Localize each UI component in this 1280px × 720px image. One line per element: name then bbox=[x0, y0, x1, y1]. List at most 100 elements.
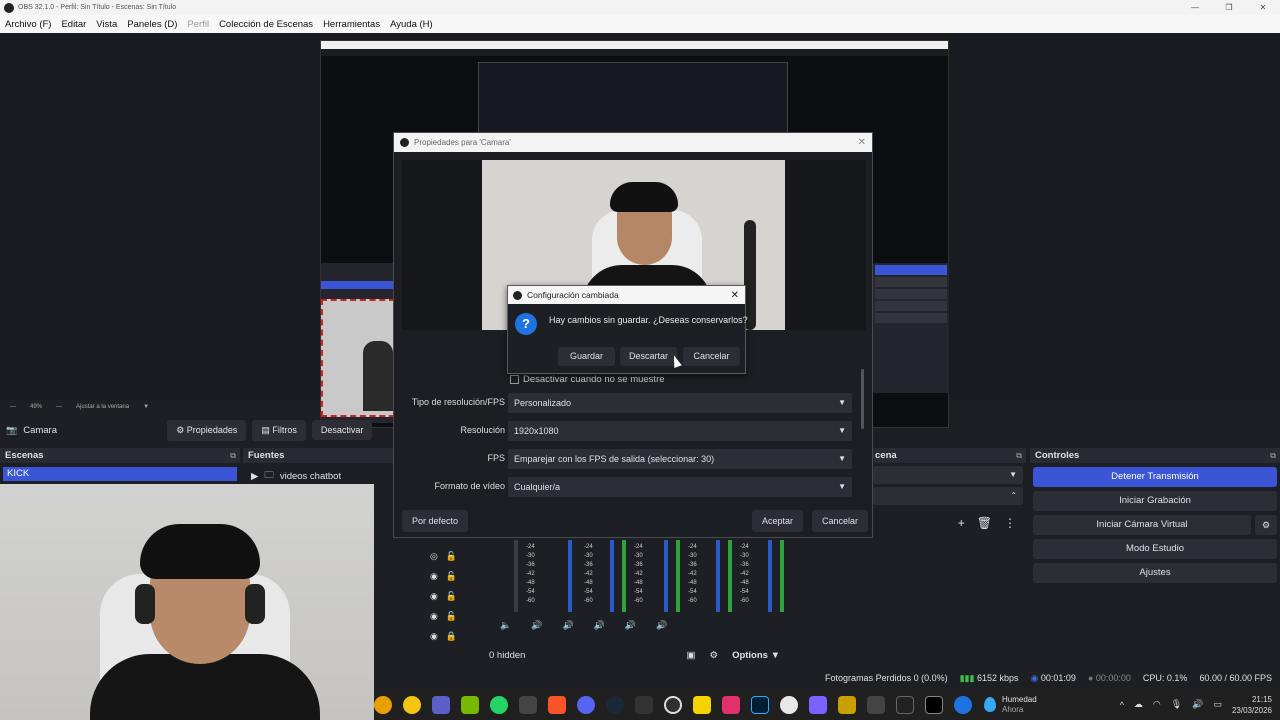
spinner-icon[interactable]: ⌃ bbox=[1010, 491, 1017, 500]
dock-float-icon[interactable]: ⧉ bbox=[1016, 448, 1022, 463]
app-icon[interactable] bbox=[809, 695, 827, 714]
zoom-minus-icon[interactable]: — bbox=[10, 404, 16, 410]
eye-icon[interactable]: ◉ bbox=[430, 611, 438, 622]
teams-icon[interactable] bbox=[432, 695, 450, 714]
app-icon[interactable] bbox=[374, 695, 392, 714]
filters-button[interactable]: ▤ Filtros bbox=[252, 419, 306, 441]
options-button[interactable]: Options ▼ bbox=[732, 650, 790, 661]
transition-select[interactable]: ▼ bbox=[873, 466, 1023, 484]
speaker-icon[interactable]: 🔊 bbox=[594, 620, 605, 631]
instagram-icon[interactable] bbox=[722, 695, 740, 714]
tray-chevron-icon[interactable]: ^ bbox=[1120, 700, 1124, 710]
lock-icon[interactable]: 🔓 bbox=[446, 571, 457, 582]
start-virtual-cam-button[interactable]: Iniciar Cámara Virtual bbox=[1033, 515, 1251, 535]
settings-button[interactable]: Ajustes bbox=[1033, 563, 1277, 583]
properties-button[interactable]: ⚙ Propiedades bbox=[167, 419, 247, 441]
zoom-plus-icon[interactable]: — bbox=[56, 404, 62, 410]
wifi-icon[interactable]: ◠ bbox=[1153, 699, 1161, 710]
virtual-cam-gear-icon[interactable]: ⚙ bbox=[1255, 515, 1277, 535]
menu-scene-collection[interactable]: Colección de Escenas bbox=[214, 19, 318, 30]
resolution-select[interactable]: 1920x1080 ▼ bbox=[508, 421, 852, 441]
close-icon[interactable]: ✕ bbox=[731, 290, 739, 301]
expand-arrow-icon[interactable]: ▶ bbox=[251, 471, 258, 482]
chrome-icon[interactable] bbox=[780, 695, 798, 714]
zoom-chevron-down-icon[interactable]: ▼ bbox=[143, 404, 149, 410]
video-format-select[interactable]: Cualquier/a ▼ bbox=[508, 477, 852, 497]
add-icon[interactable]: + bbox=[958, 516, 965, 530]
speaker-icon[interactable]: 🔊 bbox=[656, 620, 667, 631]
close-icon[interactable]: ✕ bbox=[1246, 3, 1280, 12]
transition-duration[interactable]: ⌃ bbox=[873, 487, 1023, 505]
speaker-icon[interactable]: 🔊 bbox=[531, 620, 542, 631]
photoshop-icon[interactable] bbox=[751, 695, 769, 714]
mixer-settings-icon[interactable]: ⚙ bbox=[710, 650, 733, 661]
dock-float-icon[interactable]: ⧉ bbox=[1270, 448, 1276, 463]
start-recording-button[interactable]: Iniciar Grabación bbox=[1033, 491, 1277, 511]
speaker-icon[interactable]: 🔊 bbox=[562, 620, 573, 631]
app-icon[interactable] bbox=[954, 695, 972, 714]
more-icon[interactable]: ⋮ bbox=[1004, 516, 1016, 530]
menu-file[interactable]: Archivo (F) bbox=[0, 19, 56, 30]
deactivate-when-hidden[interactable]: Desactivar cuando no se muestre bbox=[510, 374, 665, 385]
speaker-icon[interactable]: 🔊 bbox=[625, 620, 636, 631]
defaults-button[interactable]: Por defecto bbox=[402, 510, 469, 532]
discard-button[interactable]: Descartar bbox=[620, 347, 677, 366]
eye-icon[interactable]: ◉ bbox=[430, 631, 438, 642]
weather-widget[interactable]: Humedad Ahora bbox=[984, 695, 1037, 715]
save-button[interactable]: Guardar bbox=[558, 347, 615, 366]
app-icon[interactable] bbox=[519, 695, 537, 714]
steam-icon[interactable] bbox=[606, 695, 624, 714]
dock-float-icon[interactable]: ⧉ bbox=[230, 448, 236, 463]
trash-icon[interactable]: 🗑 bbox=[977, 516, 992, 530]
battery-icon[interactable]: ▭ bbox=[1213, 699, 1222, 710]
menu-help[interactable]: Ayuda (H) bbox=[385, 19, 438, 30]
mic-icon[interactable]: 🎙 bbox=[1171, 699, 1182, 710]
app-icon[interactable] bbox=[867, 695, 885, 714]
app-icon[interactable] bbox=[403, 695, 421, 714]
volume-icon[interactable]: 🔊 bbox=[1192, 699, 1203, 710]
properties-scrollbar[interactable] bbox=[861, 369, 864, 429]
scene-item-kick[interactable]: KICK bbox=[3, 467, 237, 481]
app-icon[interactable] bbox=[635, 695, 653, 714]
stop-stream-button[interactable]: Detener Transmisión bbox=[1033, 467, 1277, 487]
nvidia-icon[interactable] bbox=[461, 695, 479, 714]
accept-button[interactable]: Aceptar bbox=[752, 510, 804, 532]
minimize-icon[interactable]: — bbox=[1178, 3, 1212, 12]
lock-icon[interactable]: 🔓 bbox=[446, 611, 457, 622]
checkbox[interactable] bbox=[510, 375, 519, 384]
fps-select[interactable]: Emparejar con los FPS de salida (selecci… bbox=[508, 449, 852, 469]
lock-icon[interactable]: 🔓 bbox=[446, 551, 457, 562]
app-icon[interactable] bbox=[693, 695, 711, 714]
resolution-type-select[interactable]: Personalizado ▼ bbox=[508, 393, 852, 413]
muted-speaker-icon[interactable]: 🔈 bbox=[500, 620, 511, 631]
brave-icon[interactable] bbox=[548, 695, 566, 714]
cancel-button[interactable]: Cancelar bbox=[683, 347, 740, 366]
menu-edit[interactable]: Editar bbox=[56, 19, 91, 30]
clock[interactable]: 21:15 23/03/2026 bbox=[1232, 694, 1272, 716]
eye-icon[interactable]: ◉ bbox=[430, 571, 438, 582]
lock-icon[interactable]: 🔓 bbox=[446, 591, 457, 602]
deactivate-button[interactable]: Desactivar bbox=[311, 420, 373, 440]
menu-view[interactable]: Vista bbox=[91, 19, 122, 30]
app-icon[interactable] bbox=[838, 695, 856, 714]
capcut-icon[interactable] bbox=[925, 695, 943, 714]
source-toolbar: 📷 Camara ⚙ Propiedades ▤ Filtros Desacti… bbox=[0, 419, 400, 441]
layout-icon[interactable]: ▣ bbox=[687, 650, 710, 661]
epic-games-icon[interactable] bbox=[896, 695, 914, 714]
lock-icon[interactable]: 🔒 bbox=[446, 631, 457, 642]
cloud-icon[interactable]: ☁ bbox=[1134, 699, 1143, 710]
source-item-folder[interactable]: ▶ 🗀 videos chatbot bbox=[243, 468, 393, 484]
close-icon[interactable]: ✕ bbox=[858, 137, 866, 148]
whatsapp-icon[interactable] bbox=[490, 695, 508, 714]
cancel-button[interactable]: Cancelar bbox=[812, 510, 869, 532]
eye-icon[interactable]: ◉ bbox=[430, 591, 438, 602]
menu-profile[interactable]: Perfil bbox=[182, 19, 214, 30]
menu-docks[interactable]: Paneles (D) bbox=[122, 19, 182, 30]
zoom-fit[interactable]: Ajustar a la ventana bbox=[76, 404, 129, 410]
discord-icon[interactable] bbox=[577, 695, 595, 714]
hidden-eye-icon[interactable]: ◎ bbox=[430, 551, 438, 562]
obs-taskbar-icon[interactable] bbox=[664, 695, 682, 714]
menu-tools[interactable]: Herramientas bbox=[318, 19, 385, 30]
maximize-icon[interactable]: ❐ bbox=[1212, 3, 1246, 12]
studio-mode-button[interactable]: Modo Estudio bbox=[1033, 539, 1277, 559]
